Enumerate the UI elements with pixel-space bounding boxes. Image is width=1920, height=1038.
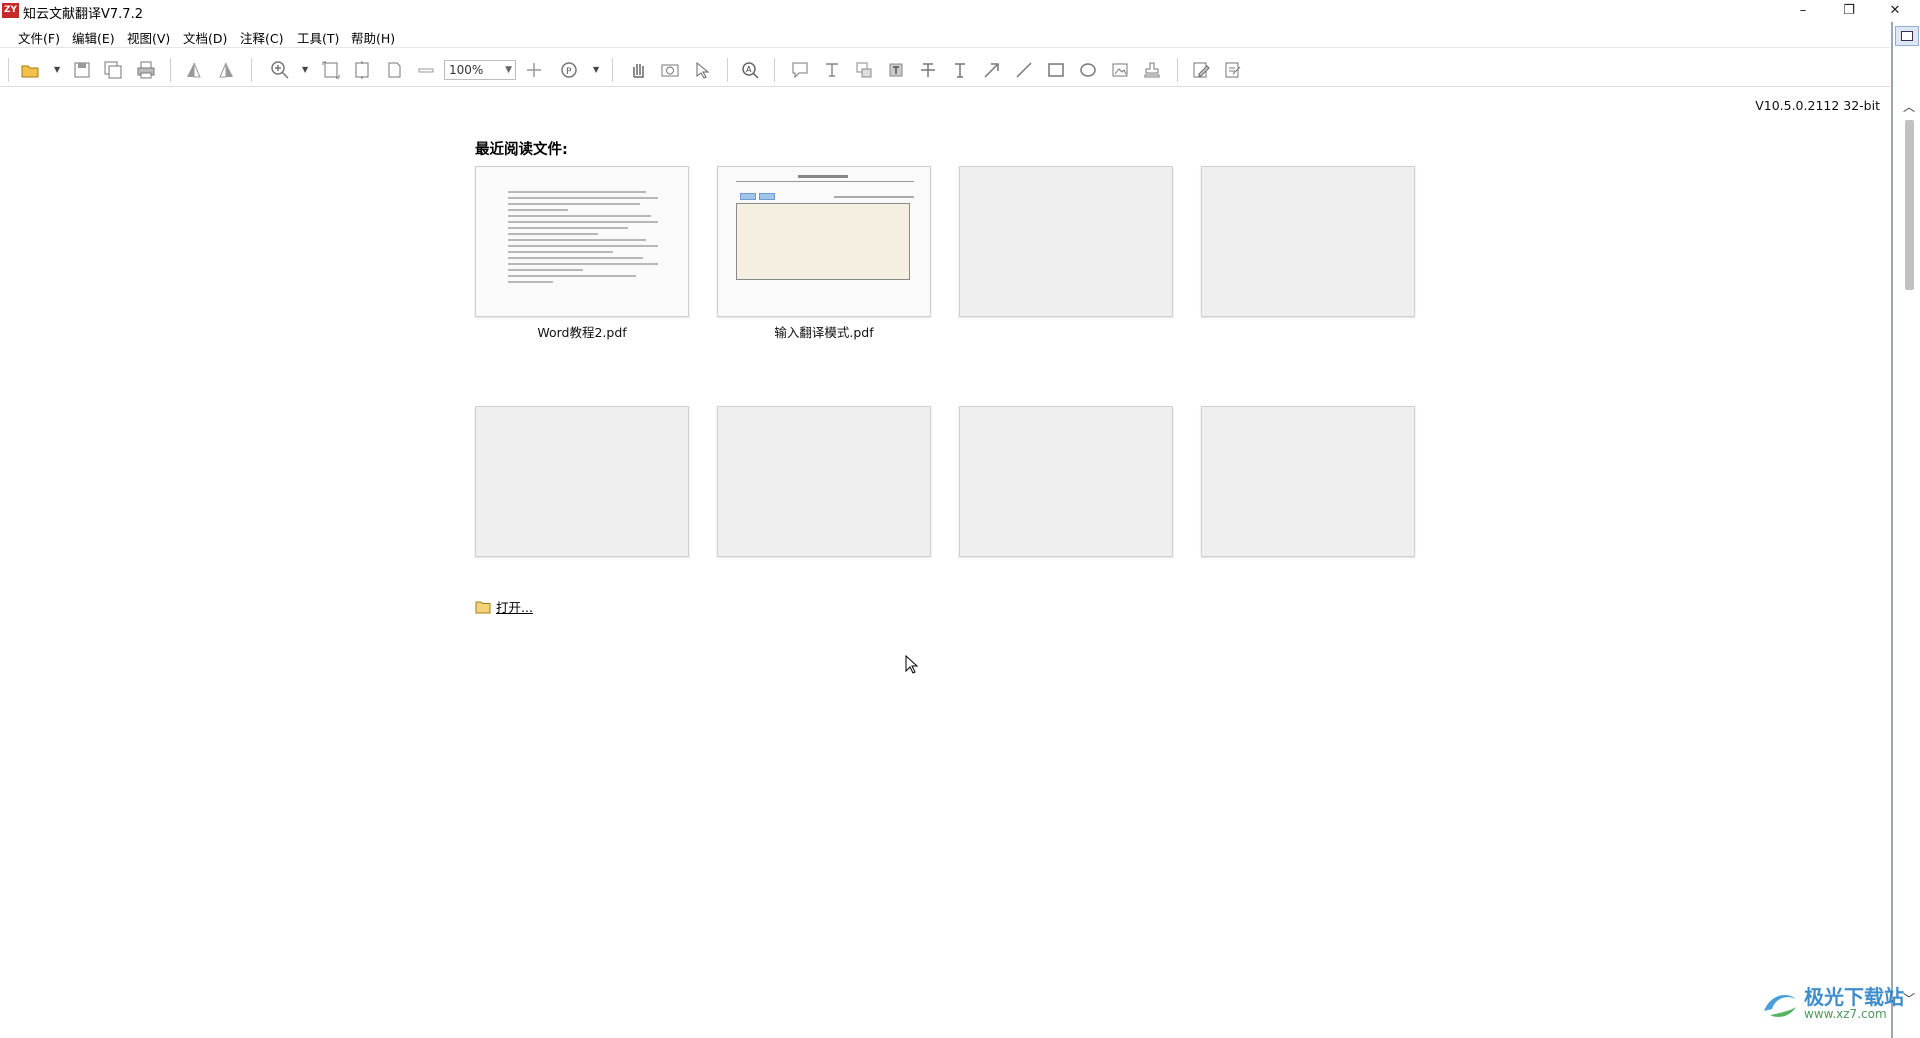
toolbar-separator (727, 58, 728, 82)
zoom-level-value: 100% (449, 63, 484, 77)
rectangle-icon[interactable] (1043, 57, 1069, 83)
open-file-link[interactable]: 打开... (496, 597, 533, 616)
fit-width-icon[interactable] (349, 57, 375, 83)
recent-file-slot-empty (1201, 166, 1415, 317)
document-preview-button (740, 193, 756, 200)
recent-files-heading: 最近阅读文件: (475, 142, 568, 158)
menu-document[interactable]: 文档(D) (183, 28, 227, 47)
zoom-dropdown-icon[interactable]: ▼ (302, 65, 308, 74)
folder-icon (475, 601, 491, 613)
menu-tools[interactable]: 工具(T) (297, 28, 339, 47)
watermark-name: 极光下载站 (1804, 985, 1904, 1009)
open-file-row[interactable]: 打开... (475, 597, 533, 616)
version-label: V10.5.0.2112 32-bit (1755, 98, 1880, 113)
svg-text:A: A (746, 65, 752, 74)
find-icon[interactable]: A (737, 57, 763, 83)
recent-file-slot-empty (717, 406, 931, 557)
toolbar-separator (612, 58, 613, 82)
text-icon[interactable] (947, 57, 973, 83)
scroll-down-icon[interactable]: ﹀ (1903, 990, 1915, 1007)
recent-file-slot-empty (1201, 406, 1415, 557)
restore-button[interactable]: ❐ (1826, 0, 1872, 22)
fit-visible-icon[interactable] (381, 57, 407, 83)
chevron-down-icon: ▼ (505, 65, 512, 75)
sign-icon[interactable] (1220, 57, 1246, 83)
window-title: 知云文献翻译V7.7.2 (23, 7, 143, 22)
page-icon[interactable]: P (556, 57, 582, 83)
recent-file-slot-empty (959, 406, 1173, 557)
document-preview-title (798, 175, 848, 178)
stamp-icon[interactable] (1139, 57, 1165, 83)
print-icon[interactable] (133, 57, 159, 83)
recent-file-thumbnail[interactable] (475, 166, 689, 317)
scrollbar-thumb[interactable] (1905, 120, 1914, 290)
highlight-icon[interactable] (851, 57, 877, 83)
toolbar-separator (774, 58, 775, 82)
toolbar-separator (1177, 58, 1178, 82)
svg-text:P: P (566, 67, 572, 77)
minimize-button[interactable]: – (1780, 0, 1826, 22)
app-logo-icon: ZY (2, 3, 19, 18)
translation-panel-tab-icon[interactable] (1895, 26, 1919, 46)
select-icon[interactable] (689, 57, 715, 83)
toolbar-separator (170, 58, 171, 82)
zoom-out-minus-icon[interactable] (413, 57, 439, 83)
rotate-left-icon[interactable] (181, 57, 207, 83)
document-preview-button (759, 193, 775, 200)
hand-icon[interactable] (625, 57, 651, 83)
note-icon[interactable] (787, 57, 813, 83)
watermark-logo-icon (1764, 994, 1796, 1017)
arrow-icon[interactable] (979, 57, 1005, 83)
menu-help[interactable]: 帮助(H) (351, 28, 395, 47)
edit-icon[interactable] (1188, 57, 1214, 83)
zoom-level-select[interactable]: 100% ▼ (444, 60, 516, 80)
toolbar: ▼ ▼ 100% ▼ P ▼ A (0, 51, 1890, 87)
mouse-cursor-icon (905, 655, 919, 674)
strikeout-icon[interactable] (915, 57, 941, 83)
zoom-in-icon[interactable] (267, 57, 293, 83)
recent-file-name[interactable]: 输入翻译模式.pdf (717, 322, 931, 341)
title-bar: ZY 知云文献翻译V7.7.2 – ❐ ✕ (0, 0, 1920, 24)
menu-bar: 文件(F) 编辑(E) 视图(V) 文档(D) 注释(C) 工具(T) 帮助(H… (0, 24, 1890, 48)
watermark: 极光下载站 www.xz7.com (1760, 986, 1904, 1021)
image-icon[interactable] (1107, 57, 1133, 83)
rotate-right-icon[interactable] (213, 57, 239, 83)
menu-file[interactable]: 文件(F) (18, 28, 60, 47)
snapshot-icon[interactable] (657, 57, 683, 83)
recent-file-slot-empty (959, 166, 1173, 317)
open-icon[interactable] (17, 57, 43, 83)
line-icon[interactable] (1011, 57, 1037, 83)
recent-file-thumbnail[interactable] (717, 166, 931, 317)
toolbar-separator (8, 58, 9, 82)
text-select-icon[interactable] (819, 57, 845, 83)
scroll-up-icon[interactable]: ︿ (1903, 98, 1915, 115)
watermark-url: www.xz7.com (1804, 1007, 1887, 1021)
document-preview-panel (736, 203, 910, 280)
open-dropdown-icon[interactable]: ▼ (54, 65, 60, 74)
toolbar-separator (251, 58, 252, 82)
menu-view[interactable]: 视图(V) (127, 28, 170, 47)
zoom-plus-icon[interactable] (521, 57, 547, 83)
ellipse-icon[interactable] (1075, 57, 1101, 83)
document-preview-status (834, 196, 914, 198)
page-dropdown-icon[interactable]: ▼ (593, 65, 599, 74)
menu-comment[interactable]: 注释(C) (240, 28, 283, 47)
document-preview-rule (736, 181, 914, 182)
recent-file-slot-empty (475, 406, 689, 557)
fit-page-icon[interactable] (318, 57, 344, 83)
typewriter-icon[interactable] (883, 57, 909, 83)
save-as-icon[interactable] (100, 57, 126, 83)
save-icon[interactable] (69, 57, 95, 83)
recent-file-name[interactable]: Word教程2.pdf (475, 322, 689, 341)
close-button[interactable]: ✕ (1872, 0, 1918, 22)
menu-edit[interactable]: 编辑(E) (72, 28, 115, 47)
document-preview-text (508, 191, 658, 287)
